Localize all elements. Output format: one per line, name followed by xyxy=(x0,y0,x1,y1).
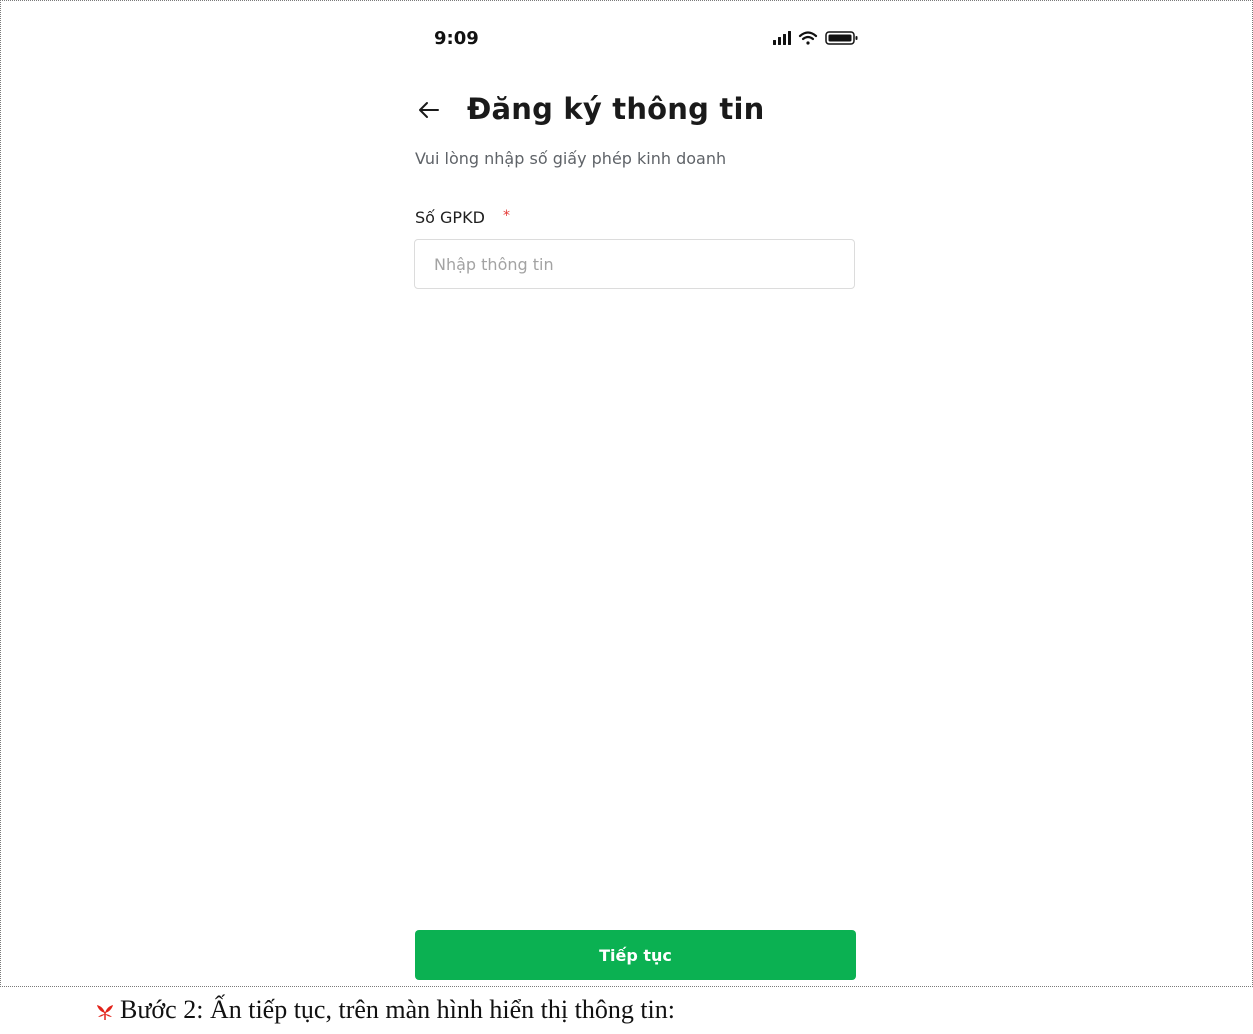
gpkd-field-label: Số GPKD xyxy=(415,208,485,227)
screenshot-frame: 9:09 Đăng ký thông tin Vui lòng nhập số … xyxy=(0,0,1253,987)
gpkd-input[interactable] xyxy=(415,240,854,288)
arrow-left-icon[interactable] xyxy=(416,97,442,123)
status-icons xyxy=(771,29,863,47)
required-marker: * xyxy=(503,208,510,224)
red-leaf-bullet-icon xyxy=(96,1003,114,1021)
continue-button[interactable]: Tiếp tục xyxy=(415,930,856,980)
gpkd-input-container xyxy=(414,239,855,289)
signal-icon xyxy=(773,31,791,45)
form-subtitle: Vui lòng nhập số giấy phép kinh doanh xyxy=(415,149,727,168)
page-title: Đăng ký thông tin xyxy=(467,92,765,126)
step-caption: Bước 2: Ấn tiếp tục, trên màn hình hiển … xyxy=(120,995,675,1024)
wifi-icon xyxy=(798,31,818,45)
status-time: 9:09 xyxy=(434,28,479,49)
battery-icon xyxy=(825,31,858,45)
